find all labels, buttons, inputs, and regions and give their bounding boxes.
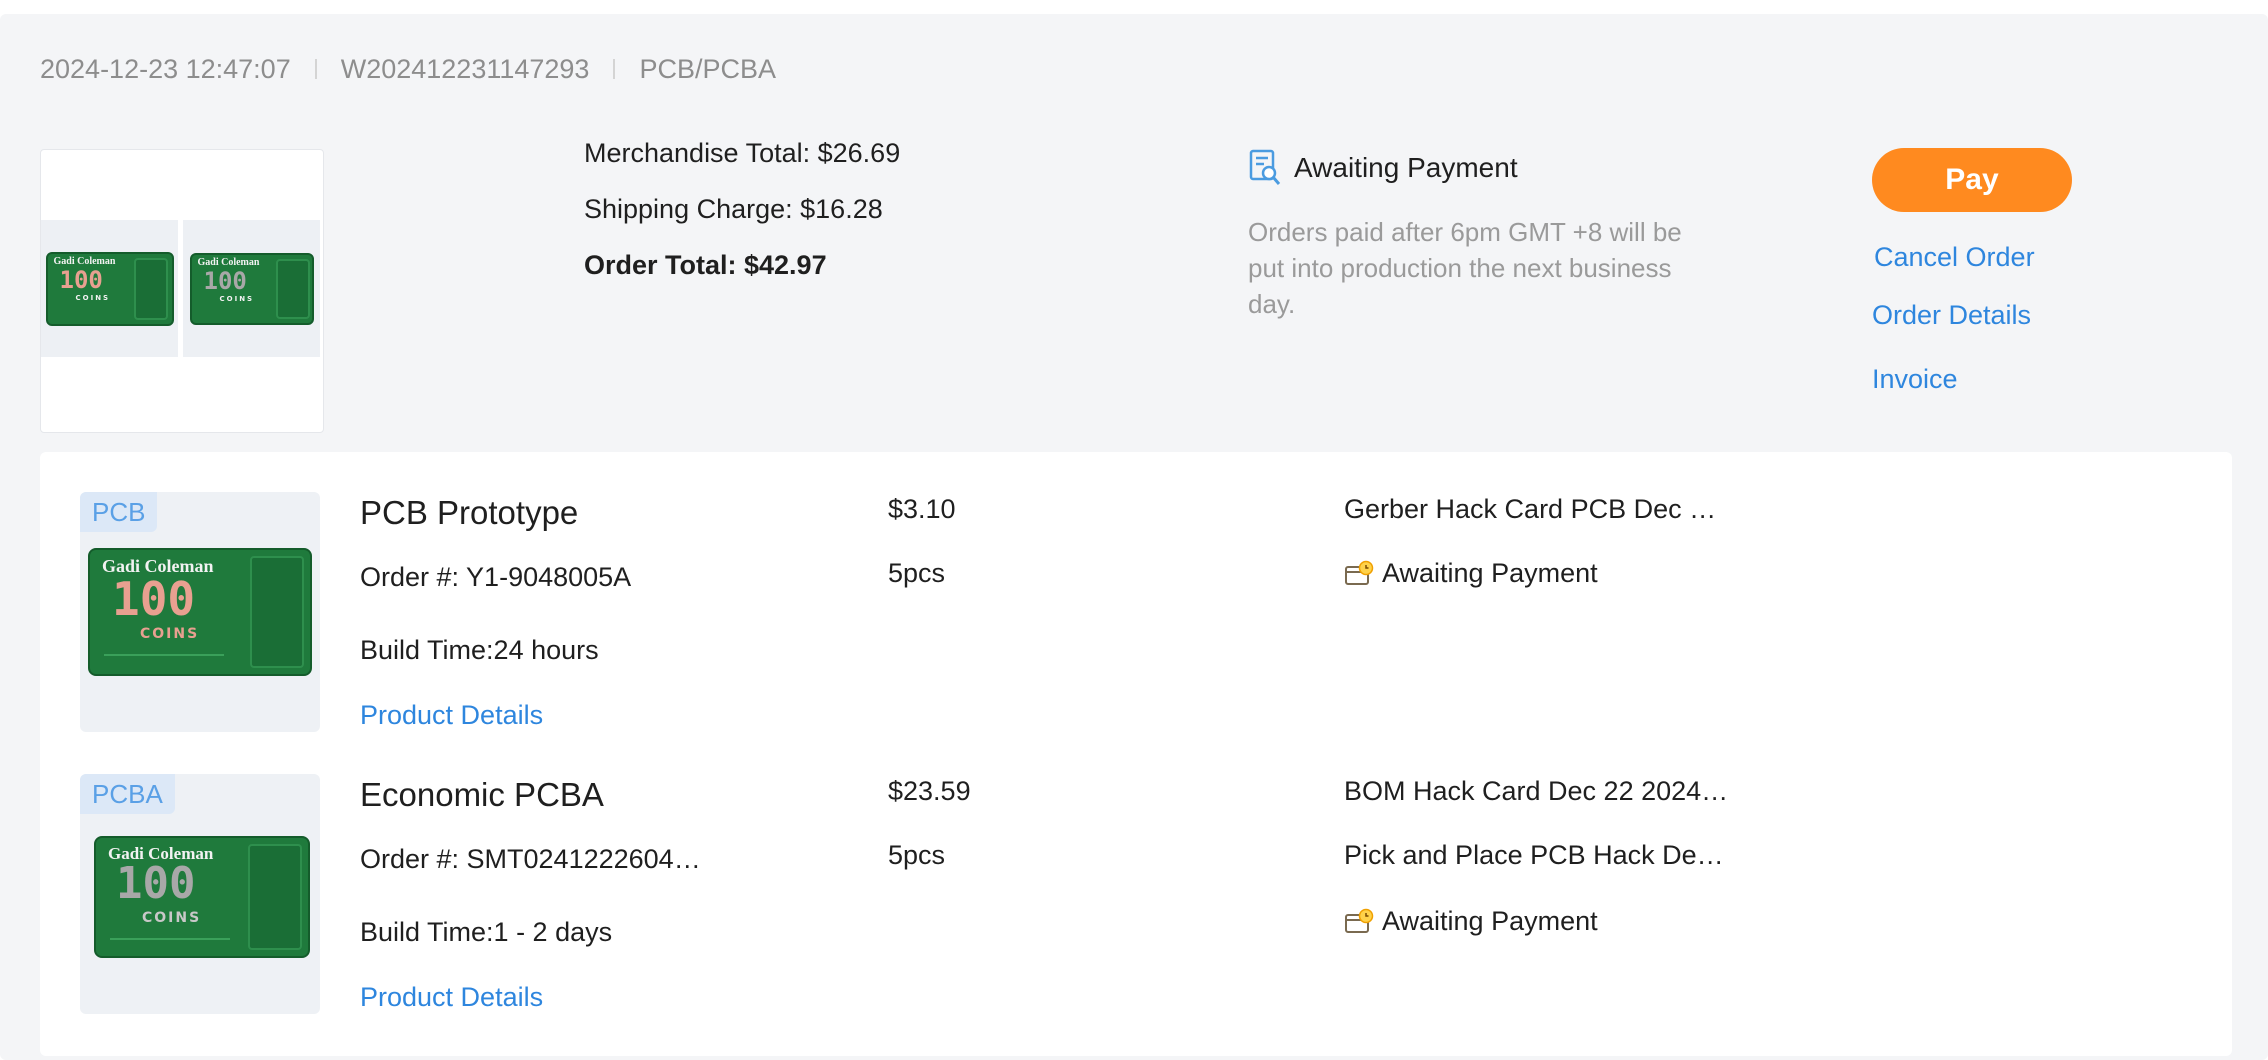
shipping-charge: Shipping Charge: $16.28 — [584, 194, 883, 224]
board-trace — [104, 654, 224, 656]
order-number: W202412231147293 — [340, 53, 590, 84]
product-quantity: 5pcs — [888, 558, 946, 588]
board-slot — [250, 556, 304, 668]
order-total: Order Total: $42.97 — [584, 250, 827, 280]
item-status-label: Awaiting Payment — [1382, 906, 1598, 936]
product-image-pcba[interactable]: Gadi Coleman 100 COINS PCBA — [80, 774, 320, 1014]
thumbnail-pcb[interactable]: Gadi Coleman 100 COINS — [41, 220, 178, 357]
product-quantity: 5pcs — [888, 840, 946, 870]
build-time: Build Time:1 - 2 days — [360, 917, 613, 947]
gerber-file-name[interactable]: Gerber Hack Card PCB Dec … — [1344, 494, 1716, 525]
product-image-pcb[interactable]: Gadi Coleman 100 COINS PCB — [80, 492, 320, 732]
order-panel: 2024-12-23 12:47:07 W202412231147293 PCB… — [0, 14, 2268, 1060]
cancel-order-link[interactable]: Cancel Order — [1874, 242, 2035, 273]
board-word: COINS — [219, 294, 255, 303]
pick-and-place-file-name[interactable]: Pick and Place PCB Hack De… — [1344, 840, 1724, 871]
board-slot — [133, 257, 168, 320]
product-order-number: Order #: Y1-9048005A — [360, 562, 632, 592]
product-details-link[interactable]: Product Details — [360, 700, 543, 731]
board-number: 100 — [59, 265, 103, 294]
board-image: Gadi Coleman 100 COINS — [88, 548, 312, 676]
board-trace — [110, 938, 230, 940]
board-word: COINS — [75, 293, 111, 302]
wallet-clock-icon — [1345, 560, 1374, 585]
order-type: PCB/PCBA — [639, 53, 776, 84]
item-status-label: Awaiting Payment — [1382, 558, 1598, 588]
merchandise-total: Merchandise Total: $26.69 — [584, 138, 901, 168]
divider — [314, 59, 317, 79]
order-details-link[interactable]: Order Details — [1872, 300, 2031, 331]
product-price: $3.10 — [888, 494, 956, 524]
order-thumbnails[interactable]: Gadi Coleman 100 COINS Gadi Coleman 100 … — [40, 149, 324, 433]
board-number: 100 — [112, 572, 196, 626]
order-status: Awaiting Payment — [1248, 149, 1518, 187]
board-number: 100 — [203, 266, 247, 295]
board-image: Gadi Coleman 100 COINS — [45, 251, 174, 326]
divider — [613, 59, 616, 79]
document-search-icon — [1249, 149, 1281, 185]
order-date: 2024-12-23 12:47:07 — [40, 53, 291, 84]
item-status: Awaiting Payment — [1344, 906, 1598, 937]
order-items: Gadi Coleman 100 COINS PCB PCB Prototype… — [40, 452, 2232, 1056]
board-slot — [275, 258, 310, 319]
product-name: Economic PCBA — [360, 776, 604, 813]
pay-button[interactable]: Pay — [1872, 148, 2072, 212]
product-name: PCB Prototype — [360, 494, 579, 531]
board-slot — [248, 844, 302, 950]
board-number: 100 — [116, 858, 196, 909]
product-price: $23.59 — [888, 776, 971, 806]
thumbnail-pcba[interactable]: Gadi Coleman 100 COINS — [183, 220, 320, 357]
product-details-link[interactable]: Product Details — [360, 982, 543, 1013]
invoice-link[interactable]: Invoice — [1872, 364, 1958, 395]
product-tag: PCBA — [80, 774, 175, 814]
product-order-number: Order #: SMT0241222604… — [360, 844, 701, 874]
order-header: 2024-12-23 12:47:07 W202412231147293 PCB… — [40, 52, 776, 86]
product-tag: PCB — [80, 492, 158, 532]
wallet-clock-icon — [1345, 908, 1374, 933]
status-label: Awaiting Payment — [1294, 152, 1518, 183]
status-note: Orders paid after 6pm GMT +8 will be put… — [1248, 217, 1682, 319]
build-time: Build Time:24 hours — [360, 635, 599, 665]
board-image: Gadi Coleman 100 COINS — [94, 836, 310, 958]
board-word: COINS — [140, 626, 200, 642]
bom-file-name[interactable]: BOM Hack Card Dec 22 2024… — [1344, 776, 1728, 807]
board-image: Gadi Coleman 100 COINS — [189, 252, 314, 325]
board-word: COINS — [142, 910, 202, 926]
item-status: Awaiting Payment — [1344, 558, 1598, 589]
